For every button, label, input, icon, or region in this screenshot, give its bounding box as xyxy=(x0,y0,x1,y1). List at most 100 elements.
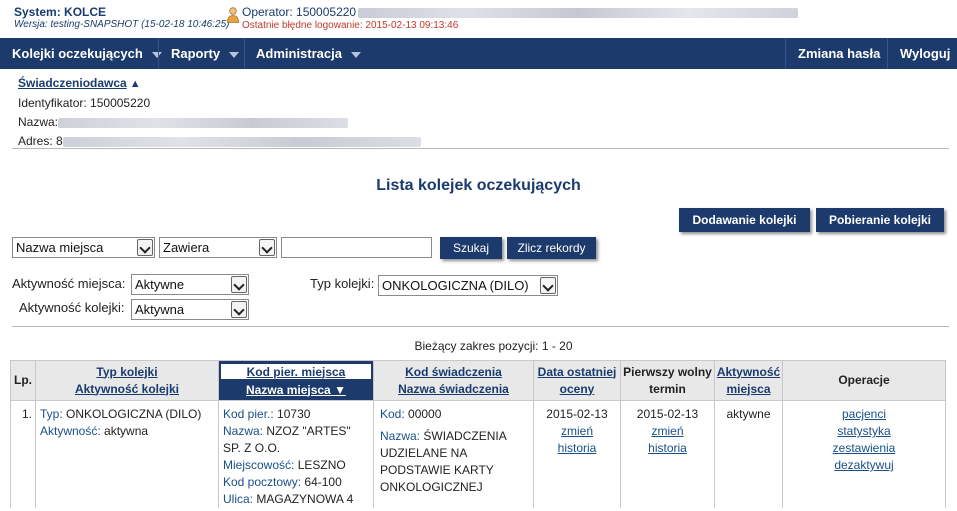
operator-name-redacted xyxy=(358,7,799,18)
service-name-3: PODSTAWIE KARTY xyxy=(380,463,494,477)
first-free-change-link[interactable]: zmień xyxy=(621,423,714,440)
summaries-link[interactable]: zestawienia xyxy=(783,440,945,457)
current-range: Bieżący zakres pozycji: 1 - 20 xyxy=(414,339,573,353)
queue-type-value: ONKOLOGICZNA (DILO) xyxy=(382,278,529,293)
nav-queues[interactable]: Kolejki oczekujących xyxy=(0,38,174,69)
nav-logout[interactable]: Wyloguj xyxy=(888,38,957,69)
provider-title-link[interactable]: Świadczeniodawca xyxy=(18,76,127,90)
user-icon xyxy=(227,7,239,23)
count-records-button[interactable]: Zlicz rekordy xyxy=(507,237,596,259)
last-date-change-link[interactable]: zmień xyxy=(534,423,620,440)
queue-type-select[interactable]: ONKOLOGICZNA (DILO) xyxy=(378,275,558,296)
row-lp: 1. xyxy=(10,400,36,508)
header-place: Kod pier. miejsca Nazwa miejsca ▼ xyxy=(218,360,374,401)
place-code-label: Kod pier.: xyxy=(223,407,274,421)
provider-address-label: Adres: xyxy=(18,134,53,148)
queue-activity-label: Aktywność: xyxy=(40,424,101,438)
header-place-activity-line2: miejsca xyxy=(726,381,771,396)
chevron-down-icon xyxy=(231,301,247,318)
chevron-down-icon xyxy=(259,239,275,256)
service-code-label: Kod: xyxy=(380,407,405,421)
sort-place-activity-link[interactable]: Aktywność miejsca xyxy=(715,364,782,398)
sort-place-name-link[interactable]: Nazwa miejsca ▼ xyxy=(219,381,373,400)
chevron-down-icon xyxy=(350,51,361,58)
header-first-free-line1: Pierwszy wolny xyxy=(623,364,712,379)
nav-reports[interactable]: Raporty xyxy=(159,38,251,69)
sort-service-code-link[interactable]: Kod świadczenia xyxy=(374,364,533,381)
header-operations: Operacje xyxy=(782,360,946,401)
last-date-history-link[interactable]: historia xyxy=(534,440,620,457)
search-field-select[interactable]: Nazwa miejsca xyxy=(12,237,155,258)
sort-service-name-link[interactable]: Nazwa świadczenia xyxy=(374,381,533,398)
header-service: Kod świadczenia Nazwa świadczenia xyxy=(373,360,534,401)
search-input[interactable] xyxy=(281,237,432,258)
service-name-label: Nazwa: xyxy=(380,429,421,443)
patients-link[interactable]: pacjenci xyxy=(783,406,945,423)
place-activity-value: Aktywne xyxy=(135,277,185,292)
queue-type-label: Typ kolejki: xyxy=(310,276,375,291)
nav-queues-label: Kolejki oczekujących xyxy=(12,46,143,61)
place-activity-label: Aktywność miejsca: xyxy=(12,276,126,291)
sort-queue-activity-link[interactable]: Aktywność kolejki xyxy=(36,381,218,398)
place-city-value: LESZNO xyxy=(297,458,346,472)
table-header-row: Lp. Typ kolejki Aktywność kolejki Kod pi… xyxy=(10,360,946,401)
place-activity-select[interactable]: Aktywne xyxy=(131,274,249,295)
provider-name-redacted xyxy=(58,117,349,128)
row-last-date-cell: 2015-02-13 zmień historia xyxy=(533,400,621,508)
sort-place-code-link[interactable]: Kod pier. miejsca xyxy=(219,361,373,381)
place-street-value: MAGAZYNOWA 4 xyxy=(256,492,354,506)
chevron-down-icon xyxy=(540,277,556,294)
divider xyxy=(12,148,949,149)
provider-id-label: Identyfikator: xyxy=(18,96,87,110)
header-last-date-line1: Data ostatniej xyxy=(537,364,617,379)
operator-id: Operator: 150005220 xyxy=(242,5,357,19)
header-type: Typ kolejki Aktywność kolejki xyxy=(35,360,219,401)
nav-reports-label: Raporty xyxy=(171,46,221,61)
search-condition-select[interactable]: Zawiera xyxy=(159,237,277,258)
queue-activity-label: Aktywność kolejki: xyxy=(19,300,125,315)
header-place-activity-line1: Aktywność xyxy=(716,364,781,379)
nav-admin[interactable]: Administracja xyxy=(244,38,373,69)
place-postal-label: Kod pocztowy: xyxy=(223,475,302,489)
provider-info: Świadczeniodawca ▲ Identyfikator: 1500052… xyxy=(18,74,421,151)
row-type-cell: Typ: ONKOLOGICZNA (DILO) Aktywność: akty… xyxy=(35,400,219,508)
page-title: Lista kolejek oczekujących xyxy=(376,177,581,194)
main-nav: Kolejki oczekujących Raporty Administrac… xyxy=(0,38,957,69)
statistics-link[interactable]: statystyka xyxy=(783,423,945,440)
header-first-free-line2: termin xyxy=(649,381,686,396)
place-name-value-1: NZOZ "ARTES" xyxy=(266,424,351,438)
header-lp: Lp. xyxy=(10,360,36,401)
service-code-value: 00000 xyxy=(408,407,442,421)
deactivate-link[interactable]: dezaktywuj xyxy=(783,457,945,474)
queue-activity-value: Aktywna xyxy=(135,302,185,317)
sort-place-name-label: Nazwa miejsca xyxy=(246,382,331,397)
sort-last-date-link[interactable]: Data ostatniej oceny xyxy=(534,364,620,398)
sort-down-icon: ▼ xyxy=(334,382,346,397)
chevron-down-icon xyxy=(229,51,240,58)
sort-type-link[interactable]: Typ kolejki xyxy=(36,364,218,381)
row-first-free-cell: 2015-02-13 zmień historia xyxy=(620,400,715,508)
table-row: 1. Typ: ONKOLOGICZNA (DILO) Aktywność: a… xyxy=(10,400,946,508)
search-button[interactable]: Szukaj xyxy=(440,237,502,259)
service-name-2: UDZIELANE NA xyxy=(380,446,468,460)
queue-activity-select[interactable]: Aktywna xyxy=(131,299,249,320)
first-free-history-link[interactable]: historia xyxy=(621,440,714,457)
place-postal-value: 64-100 xyxy=(304,475,342,489)
row-place-cell: Kod pier.: 10730 Nazwa: NZOZ "ARTES" SP.… xyxy=(218,400,374,508)
add-queue-button[interactable]: Dodawanie kolejki xyxy=(679,208,810,232)
place-city-label: Miejscowość: xyxy=(223,458,295,472)
sort-up-icon[interactable]: ▲ xyxy=(130,78,141,90)
queues-table: Lp. Typ kolejki Aktywność kolejki Kod pi… xyxy=(10,360,946,508)
last-failed-login: Ostatnie błędne logowanie: 2015-02-13 09… xyxy=(242,20,459,31)
service-name-1: ŚWIADCZENIA xyxy=(423,429,507,443)
search-field-value: Nazwa miejsca xyxy=(16,240,104,255)
row-service-cell: Kod: 00000 Nazwa: ŚWIADCZENIA UDZIELANE … xyxy=(373,400,534,508)
provider-address-redacted xyxy=(62,136,421,147)
provider-name-label: Nazwa: xyxy=(18,115,59,129)
place-street-label: Ulica: xyxy=(223,492,254,506)
place-name-value-2: SP. Z O.O. xyxy=(223,441,281,455)
place-name-label: Nazwa: xyxy=(223,424,264,438)
get-queue-button[interactable]: Pobieranie kolejki xyxy=(816,208,944,232)
search-condition-value: Zawiera xyxy=(163,240,210,255)
nav-change-password[interactable]: Zmiana hasła xyxy=(786,38,892,69)
